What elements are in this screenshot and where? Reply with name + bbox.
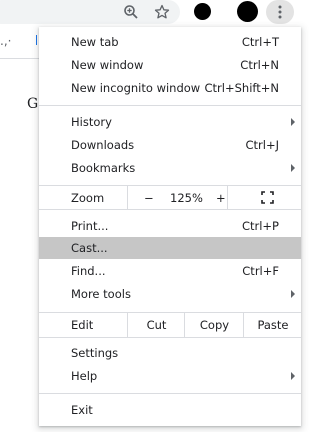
menu-item-label: More tools (71, 287, 131, 301)
menu-item-label: Bookmarks (71, 161, 136, 175)
menu-item-label: Help (71, 369, 98, 383)
menu-item-new-window[interactable]: New window Ctrl+N (39, 54, 301, 76)
profile-avatar[interactable] (237, 1, 258, 22)
menu-item-shortcut: Ctrl+T (241, 35, 279, 49)
more-vert-button[interactable] (266, 0, 294, 24)
menu-item-label: Print... (71, 219, 109, 233)
menu-item-label: History (71, 115, 112, 129)
zoom-in-button[interactable]: + (216, 191, 226, 205)
menu-item-label: Exit (71, 403, 93, 417)
menu-item-exit[interactable]: Exit (39, 399, 301, 421)
page-caret (36, 35, 37, 45)
extension-icon[interactable] (194, 3, 211, 20)
menu-item-label: New incognito window (71, 81, 201, 95)
menu-item-shortcut: Ctrl+N (240, 58, 279, 72)
menu-item-history[interactable]: History (39, 111, 301, 133)
menu-item-downloads[interactable]: Downloads Ctrl+J (39, 134, 301, 156)
chrome-app-menu: New tab Ctrl+T New window Ctrl+N New inc… (39, 27, 301, 426)
page-letter: G (27, 96, 39, 112)
submenu-arrow-icon (291, 118, 295, 126)
more-vert-icon (278, 5, 282, 19)
edit-row: Edit Cut Copy Paste (39, 312, 301, 338)
menu-item-shortcut: Ctrl+J (245, 138, 280, 152)
menu-item-help[interactable]: Help (39, 365, 301, 387)
menu-item-new-incognito-window[interactable]: New incognito window Ctrl+Shift+N (39, 77, 301, 99)
zoom-control: − 125% + (127, 186, 228, 209)
menu-item-shortcut: Ctrl+Shift+N (204, 81, 279, 95)
page-divider (0, 58, 40, 59)
menu-item-cast[interactable]: Cast... (39, 237, 301, 259)
copy-button[interactable]: Copy (184, 313, 244, 337)
menu-item-more-tools[interactable]: More tools (39, 283, 301, 305)
zoom-icon[interactable] (121, 2, 141, 22)
zoom-row: Zoom − 125% + (39, 185, 301, 210)
menu-item-label: Cast... (71, 241, 108, 255)
zoom-out-button[interactable]: − (144, 191, 154, 205)
menu-item-label: Settings (71, 346, 119, 360)
paste-button[interactable]: Paste (243, 313, 302, 337)
page-text-fragment: .,· (0, 34, 12, 48)
menu-item-shortcut: Ctrl+F (242, 264, 279, 278)
menu-item-label: Downloads (71, 138, 135, 152)
zoom-level: 125% (170, 190, 203, 205)
menu-item-print[interactable]: Print... Ctrl+P (39, 215, 301, 237)
fullscreen-icon[interactable] (261, 191, 274, 204)
cut-button[interactable]: Cut (127, 313, 185, 337)
menu-item-new-tab[interactable]: New tab Ctrl+T (39, 31, 301, 53)
submenu-arrow-icon (291, 164, 295, 172)
menu-separator (39, 393, 301, 394)
bookmark-star-icon[interactable] (152, 2, 172, 22)
menu-item-settings[interactable]: Settings (39, 342, 301, 364)
menu-item-label: Find... (71, 264, 106, 278)
submenu-arrow-icon (291, 372, 295, 380)
menu-item-find[interactable]: Find... Ctrl+F (39, 260, 301, 282)
menu-separator (39, 105, 301, 106)
menu-item-bookmarks[interactable]: Bookmarks (39, 157, 301, 179)
menu-item-shortcut: Ctrl+P (241, 219, 279, 233)
zoom-label: Zoom (71, 190, 105, 205)
menu-item-label: New tab (71, 35, 119, 49)
edit-label: Edit (71, 318, 94, 332)
submenu-arrow-icon (291, 290, 295, 298)
browser-toolbar (0, 0, 301, 24)
menu-item-label: New window (71, 58, 144, 72)
